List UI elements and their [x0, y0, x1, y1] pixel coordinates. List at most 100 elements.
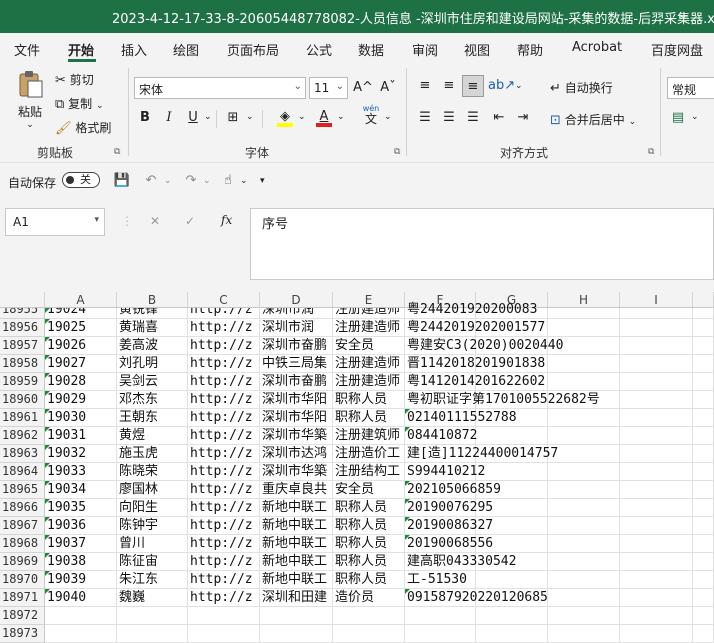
- cell-z[interactable]: [693, 308, 714, 319]
- cell-f[interactable]: 粤244201920200083: [405, 303, 537, 319]
- cell-a[interactable]: 19024: [45, 308, 117, 319]
- cell-i[interactable]: [620, 337, 693, 355]
- row-header[interactable]: 18956: [0, 319, 45, 337]
- cell-z[interactable]: [693, 535, 714, 553]
- cell-e[interactable]: 注册造价工: [333, 445, 405, 463]
- grow-font-button[interactable]: A^: [352, 77, 374, 99]
- cell-c[interactable]: http://z: [188, 409, 260, 427]
- row-header[interactable]: 18955: [0, 308, 45, 319]
- cell-z[interactable]: [693, 607, 714, 625]
- row-header[interactable]: 18962: [0, 427, 45, 445]
- merge-dropdown-icon[interactable]: ⌄: [629, 117, 637, 127]
- cell-f[interactable]: 02140111552788: [405, 409, 517, 427]
- cell-c[interactable]: http://z: [188, 517, 260, 535]
- cell-b[interactable]: 魏巍: [117, 589, 188, 607]
- cell-i[interactable]: [620, 463, 693, 481]
- row-header[interactable]: 18964: [0, 463, 45, 481]
- cell-f[interactable]: S994410212: [405, 463, 485, 481]
- tab-page-layout[interactable]: 页面布局: [227, 40, 279, 59]
- tab-draw[interactable]: 绘图: [173, 40, 199, 59]
- cell-c[interactable]: [188, 625, 260, 643]
- cell-f[interactable]: 20190068556: [405, 535, 493, 553]
- column-header-c[interactable]: C: [188, 292, 260, 308]
- name-box-dropdown-icon[interactable]: ▾: [94, 215, 99, 225]
- cell-e[interactable]: [333, 625, 405, 643]
- cell-h[interactable]: [548, 499, 620, 517]
- shrink-font-button[interactable]: Aˇ: [377, 77, 399, 99]
- cell-z[interactable]: [693, 373, 714, 391]
- cell-d[interactable]: 深圳市达鸿: [260, 445, 333, 463]
- cell-d[interactable]: [260, 625, 333, 643]
- tab-home[interactable]: 开始: [68, 40, 94, 59]
- copy-dropdown-icon[interactable]: ⌄: [96, 101, 104, 111]
- row-header[interactable]: 18969: [0, 553, 45, 571]
- cell-f[interactable]: 20190076295: [405, 499, 493, 517]
- cell-d[interactable]: 新地中联工: [260, 571, 333, 589]
- tab-file[interactable]: 文件: [14, 40, 40, 59]
- cell-b[interactable]: [117, 607, 188, 625]
- orientation-dropdown-icon[interactable]: ⌄: [515, 81, 523, 91]
- cell-a[interactable]: 19029: [45, 391, 117, 409]
- row-header[interactable]: 18971: [0, 589, 45, 607]
- row-header[interactable]: 18973: [0, 625, 45, 643]
- font-launcher-icon[interactable]: ⧉: [394, 147, 400, 157]
- cell-e[interactable]: 造价员: [333, 589, 405, 607]
- column-header-b[interactable]: B: [117, 292, 188, 308]
- cell-c[interactable]: http://z: [188, 355, 260, 373]
- italic-button[interactable]: I: [158, 107, 180, 129]
- cell-f[interactable]: 晋1142018201901838: [405, 355, 545, 373]
- confirm-entry-icon[interactable]: ✓: [185, 214, 195, 228]
- clipboard-launcher-icon[interactable]: ⧉: [114, 147, 120, 157]
- wrap-text-button[interactable]: ↵ 自动换行: [550, 79, 613, 96]
- cell-h[interactable]: [548, 571, 620, 589]
- cell-b[interactable]: 廖国林: [117, 481, 188, 499]
- cell-c[interactable]: http://z: [188, 571, 260, 589]
- column-header-d[interactable]: D: [260, 292, 333, 308]
- paste-button[interactable]: 粘贴 ⌄: [14, 70, 46, 130]
- cell-g[interactable]: [476, 607, 548, 625]
- name-box[interactable]: A1 ▾: [5, 208, 105, 236]
- cell-h[interactable]: [548, 553, 620, 571]
- cell-z[interactable]: [693, 517, 714, 535]
- cell-i[interactable]: [620, 355, 693, 373]
- cell-c[interactable]: http://z: [188, 463, 260, 481]
- cell-c[interactable]: http://z: [188, 391, 260, 409]
- cell-h[interactable]: [548, 409, 620, 427]
- font-size-combo[interactable]: 11 ⌄: [309, 77, 348, 99]
- row-header[interactable]: 18968: [0, 535, 45, 553]
- cell-i[interactable]: [620, 427, 693, 445]
- cell-g[interactable]: [476, 463, 548, 481]
- cell-b[interactable]: 王朝东: [117, 409, 188, 427]
- cell-a[interactable]: 19036: [45, 517, 117, 535]
- cell-c[interactable]: http://z: [188, 535, 260, 553]
- cell-e[interactable]: 职称人员: [333, 571, 405, 589]
- cell-h[interactable]: [548, 481, 620, 499]
- touch-mode-dropdown-icon[interactable]: ⌄: [240, 176, 248, 186]
- cell-i[interactable]: [620, 589, 693, 607]
- cell-h[interactable]: [548, 517, 620, 535]
- cell-z[interactable]: [693, 319, 714, 337]
- customize-qat-icon[interactable]: ▾: [260, 176, 265, 186]
- cell-d[interactable]: 重庆卓良共: [260, 481, 333, 499]
- cell-i[interactable]: [620, 625, 693, 643]
- bold-button[interactable]: B: [134, 107, 156, 129]
- cell-i[interactable]: [620, 499, 693, 517]
- column-header-h[interactable]: H: [548, 292, 620, 308]
- cell-h[interactable]: [548, 445, 620, 463]
- tab-data[interactable]: 数据: [358, 40, 384, 59]
- borders-icon[interactable]: ⊞: [222, 107, 244, 129]
- cell-e[interactable]: 注册结构工: [333, 463, 405, 481]
- cell-z[interactable]: [693, 463, 714, 481]
- cell-i[interactable]: [620, 535, 693, 553]
- cell-z[interactable]: [693, 337, 714, 355]
- cell-z[interactable]: [693, 427, 714, 445]
- decrease-indent-icon[interactable]: ⇤: [488, 107, 510, 129]
- cell-d[interactable]: 新地中联工: [260, 499, 333, 517]
- currency-dropdown-icon[interactable]: ⌄: [691, 112, 699, 122]
- cell-h[interactable]: [548, 463, 620, 481]
- cell-e[interactable]: [333, 607, 405, 625]
- font-color-icon[interactable]: A: [313, 106, 335, 128]
- cell-z[interactable]: [693, 499, 714, 517]
- cell-f[interactable]: 粤初职证字第1701005522682号: [405, 391, 600, 409]
- row-header[interactable]: 18963: [0, 445, 45, 463]
